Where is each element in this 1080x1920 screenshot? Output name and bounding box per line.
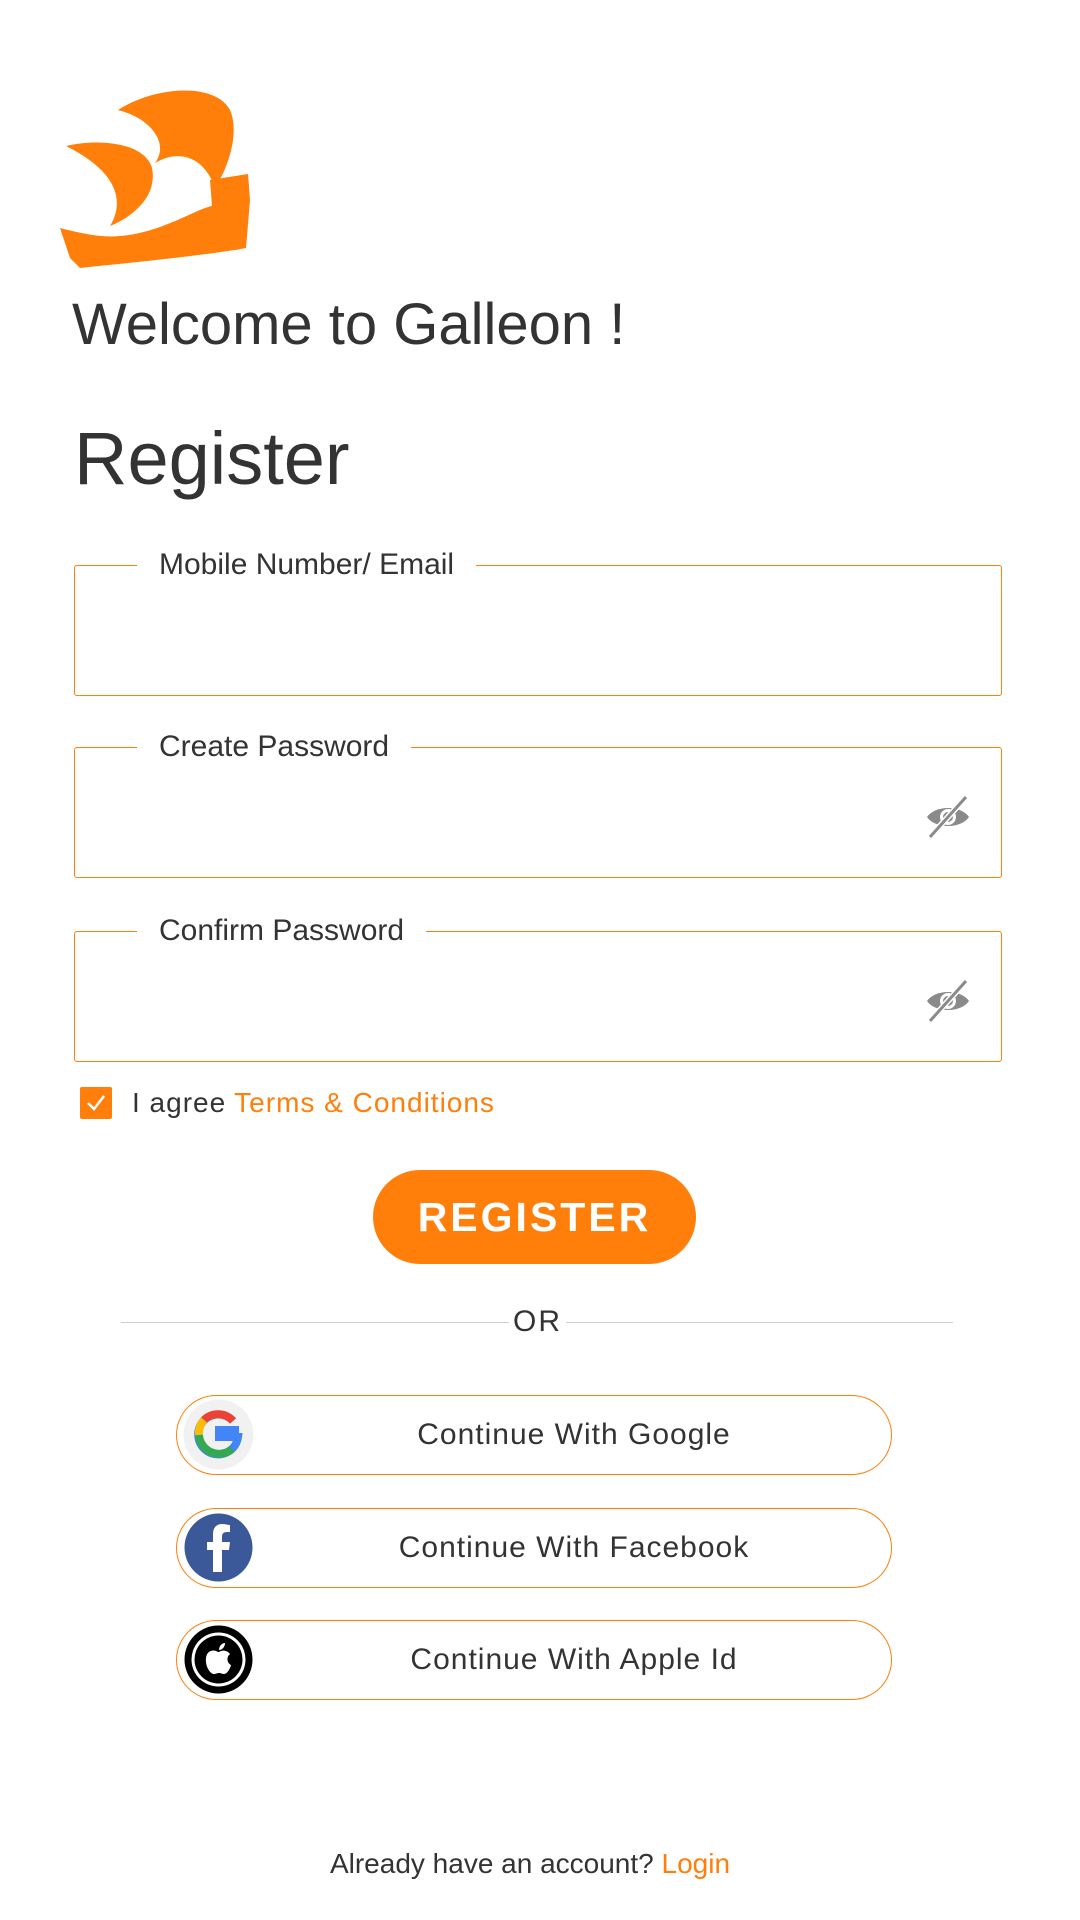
agree-text: I agree xyxy=(132,1087,227,1118)
or-divider-text: OR xyxy=(513,1305,562,1338)
apple-button-label: Continue With Apple Id xyxy=(410,1643,738,1676)
terms-conditions-link[interactable]: Terms & Conditions xyxy=(234,1087,495,1119)
continue-with-google-button[interactable]: Continue With Google xyxy=(176,1395,892,1475)
page-title: Register xyxy=(74,417,350,500)
mobile-email-input[interactable] xyxy=(95,598,919,670)
create-password-label: Create Password xyxy=(137,726,412,768)
eye-slash-icon[interactable] xyxy=(923,792,973,842)
facebook-icon xyxy=(183,1512,254,1583)
checkmark-icon xyxy=(87,1095,105,1111)
divider-line-right xyxy=(566,1322,953,1323)
facebook-button-label: Continue With Facebook xyxy=(398,1531,750,1564)
login-prompt-text: Already have an account? xyxy=(329,1848,654,1879)
mobile-email-field[interactable]: Mobile Number/ Email xyxy=(74,544,1002,696)
google-icon xyxy=(183,1399,254,1470)
register-button[interactable]: REGISTER xyxy=(373,1170,696,1264)
create-password-field[interactable]: Create Password xyxy=(74,726,1002,878)
create-password-input[interactable] xyxy=(95,780,919,852)
galleon-logo xyxy=(60,88,250,270)
eye-slash-icon[interactable] xyxy=(923,976,973,1026)
continue-with-facebook-button[interactable]: Continue With Facebook xyxy=(176,1508,892,1588)
confirm-password-field[interactable]: Confirm Password xyxy=(74,910,1002,1062)
divider-line-left xyxy=(121,1322,509,1323)
continue-with-apple-button[interactable]: Continue With Apple Id xyxy=(176,1620,892,1700)
google-button-label: Continue With Google xyxy=(417,1418,731,1451)
welcome-heading: Welcome to Galleon ! xyxy=(72,292,626,357)
terms-agreement-row: I agree Terms & Conditions xyxy=(80,1084,495,1122)
login-link[interactable]: Login xyxy=(662,1848,731,1879)
confirm-password-label: Confirm Password xyxy=(137,910,427,952)
terms-checkbox[interactable] xyxy=(80,1087,112,1119)
apple-icon xyxy=(183,1624,254,1695)
login-prompt: Already have an account? Login xyxy=(0,1844,1060,1884)
mobile-email-label: Mobile Number/ Email xyxy=(137,544,477,586)
confirm-password-input[interactable] xyxy=(95,964,919,1036)
